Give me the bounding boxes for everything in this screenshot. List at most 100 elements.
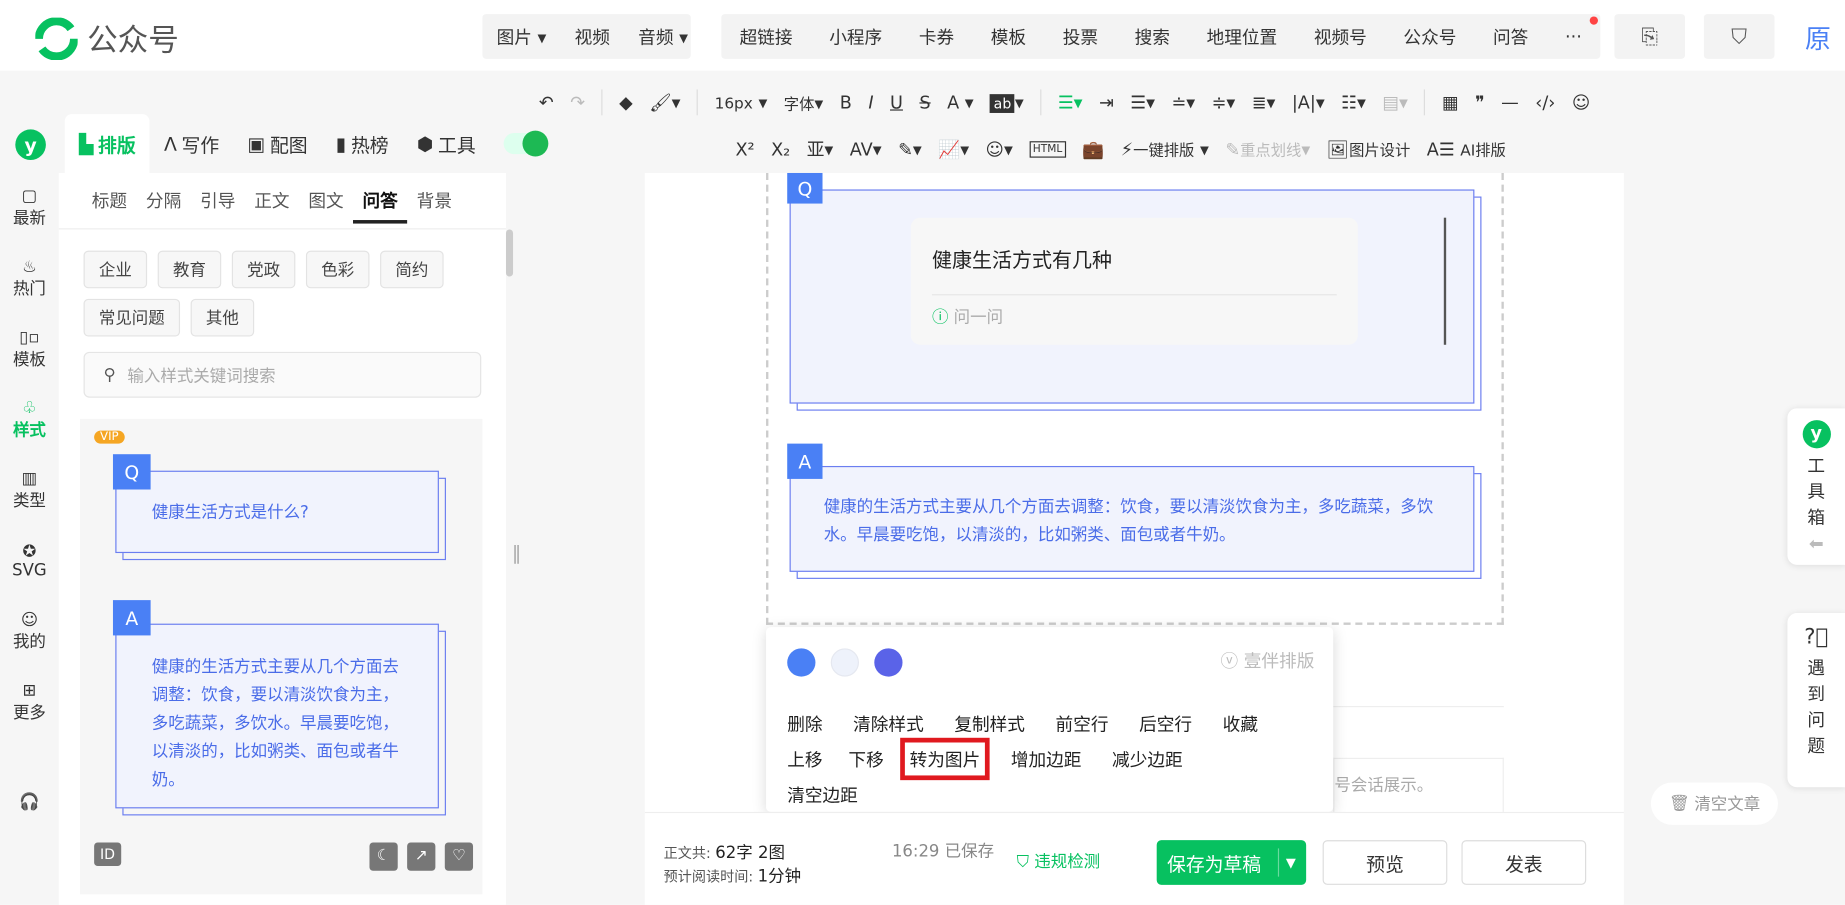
divider-icon[interactable]: — — [1501, 92, 1519, 113]
color-swatch[interactable] — [874, 648, 903, 677]
insert-coupon[interactable]: 卡券 — [905, 24, 969, 49]
bold-button[interactable]: B — [840, 92, 852, 113]
subtab-background[interactable]: 背景 — [407, 188, 461, 213]
rail-svg[interactable]: ✪ SVG — [0, 526, 59, 597]
align-left-icon[interactable]: ☰▾ — [1058, 92, 1083, 113]
insert-template[interactable]: 模板 — [977, 24, 1041, 49]
rail-type[interactable]: ▥ 类型 — [0, 455, 59, 526]
color-swatch[interactable] — [830, 648, 859, 677]
rail-style[interactable]: ♧ 样式 — [0, 385, 59, 456]
rail-more[interactable]: ⊞ 更多 — [0, 667, 59, 738]
selected-block[interactable]: Q 健康生活方式有几种 ⓘ 问一问 健康的生活方式主要从几个方面去调整：饮食，要… — [766, 172, 1504, 625]
paragraph-icon[interactable]: 亚▾ — [807, 136, 834, 161]
tag[interactable]: 色彩 — [305, 250, 370, 289]
subtab-imagetext[interactable]: 图文 — [299, 188, 353, 213]
italic-button[interactable]: I — [868, 92, 873, 113]
action-blank-after[interactable]: 后空行 — [1139, 712, 1192, 735]
save-draft-button[interactable]: 保存为草稿 ▼ — [1156, 840, 1307, 885]
table-icon[interactable]: ▦ — [1442, 92, 1459, 113]
letter-spacing-icon[interactable]: |A|▾ — [1292, 92, 1325, 113]
insert-qa[interactable]: 问答 — [1479, 24, 1543, 49]
tag[interactable]: 企业 — [83, 250, 148, 289]
action-increase-margin[interactable]: 增加边距 — [1011, 747, 1082, 771]
action-move-up[interactable]: 上移 — [787, 747, 822, 771]
align-center-icon[interactable]: ☰▾ — [1130, 92, 1155, 113]
insert-link[interactable]: 超链接 — [726, 24, 807, 49]
image-menu[interactable]: 图片 ▾ — [482, 24, 560, 49]
subtab-body[interactable]: 正文 — [245, 188, 299, 213]
panel-scrollbar[interactable] — [505, 229, 514, 277]
color-swatch[interactable] — [787, 648, 816, 677]
list-icon[interactable]: ☷▾ — [1341, 92, 1366, 113]
ai-layout[interactable]: A☰ AI排版 — [1427, 138, 1506, 160]
tab-writing[interactable]: Λ 写作 — [150, 114, 234, 173]
subscript-button[interactable]: X₂ — [771, 138, 790, 159]
redo-icon[interactable]: ↷ — [570, 92, 585, 113]
insert-channels[interactable]: 视频号 — [1300, 24, 1381, 49]
tab-images[interactable]: ▣ 配图 — [233, 114, 321, 173]
char-spacing-icon[interactable]: AV▾ — [850, 138, 882, 159]
spacing-after-icon[interactable]: ≑▾ — [1212, 92, 1236, 113]
quote-icon[interactable]: ❞ — [1475, 92, 1485, 113]
font-family-select[interactable]: 字体▾ — [784, 91, 823, 113]
toolbox-panel[interactable]: y 工具箱 ⬅ — [1787, 408, 1845, 565]
insert-miniprogram[interactable]: 小程序 — [815, 24, 896, 49]
panel-toggle[interactable] — [490, 114, 561, 173]
toolbox-case-icon[interactable]: 💼 — [1082, 138, 1104, 159]
one-click-layout[interactable]: ⚡一键排版 ▾ — [1121, 138, 1209, 160]
eraser-icon[interactable]: ◆ — [619, 92, 633, 113]
rail-hot[interactable]: ♨ 热门 — [0, 244, 59, 315]
tab-trending[interactable]: ▮ 热榜 — [322, 114, 403, 173]
action-blank-before[interactable]: 前空行 — [1056, 712, 1109, 735]
compliance-check[interactable]: ⛉ 违规检测 — [1017, 850, 1100, 874]
image-design[interactable]: 🖼图片设计 — [1327, 138, 1411, 160]
subtab-guide[interactable]: 引导 — [191, 188, 245, 213]
resize-handle[interactable]: ‖ — [512, 541, 521, 563]
spacing-before-icon[interactable]: ≐▾ — [1171, 92, 1195, 113]
tag[interactable]: 其他 — [190, 298, 255, 337]
sticker-icon[interactable]: ☺▾ — [986, 138, 1013, 159]
action-clear-style[interactable]: 清除样式 — [853, 712, 924, 735]
action-favorite[interactable]: 收藏 — [1223, 712, 1258, 735]
subtab-qa[interactable]: 问答 — [353, 188, 408, 224]
underline-button[interactable]: U — [890, 92, 903, 113]
chart-icon[interactable]: 📈▾ — [938, 138, 969, 159]
insert-location[interactable]: 地理位置 — [1192, 24, 1291, 49]
tag[interactable]: 简约 — [380, 250, 444, 289]
indent-icon[interactable]: ⇥ — [1099, 92, 1114, 113]
publish-button[interactable]: 发表 — [1461, 840, 1587, 885]
format-brush-icon[interactable]: 🖌▾ — [649, 92, 680, 113]
action-decrease-margin[interactable]: 减少边距 — [1112, 747, 1183, 771]
headset-icon[interactable]: 🎧 — [0, 785, 59, 820]
favorite-icon[interactable]: ♡ — [444, 842, 474, 871]
audio-menu[interactable]: 音频 ▾ — [624, 24, 702, 49]
tag[interactable]: 常见问题 — [83, 298, 181, 337]
import-doc-button[interactable]: ⎘ — [1614, 14, 1686, 59]
font-color-button[interactable]: A ▾ — [947, 92, 974, 113]
help-panel[interactable]: ?⃝ 遇到问题 — [1787, 613, 1845, 788]
action-convert-to-image[interactable]: 转为图片 — [900, 737, 990, 781]
rail-latest[interactable]: ▢ 最新 — [0, 173, 59, 244]
column-icon[interactable]: ▤▾ — [1382, 92, 1408, 113]
action-delete[interactable]: 删除 — [787, 712, 822, 735]
insert-vote[interactable]: 投票 — [1049, 24, 1113, 49]
tag[interactable]: 教育 — [157, 250, 222, 289]
insert-search[interactable]: 搜索 — [1121, 24, 1185, 49]
action-copy-style[interactable]: 复制样式 — [954, 712, 1025, 735]
tab-tools[interactable]: ⬢ 工具 — [403, 114, 490, 173]
style-card[interactable]: VIP 健康生活方式是什么? Q 健康的生活方式主要从几个方面去调整：饮食，要以… — [80, 418, 483, 895]
more-button[interactable]: ··· — [1551, 26, 1596, 47]
subtab-divider[interactable]: 分隔 — [137, 188, 191, 213]
id-button[interactable]: ID — [94, 842, 121, 867]
clear-article-button[interactable]: 🗑 清空文章 — [1650, 782, 1778, 825]
dark-mode-icon[interactable]: ☾ — [369, 842, 398, 871]
video-menu[interactable]: 视频 — [560, 24, 624, 49]
open-icon[interactable]: ↗ — [407, 842, 436, 871]
insert-account[interactable]: 公众号 — [1389, 24, 1470, 49]
superscript-button[interactable]: X² — [735, 138, 754, 159]
rail-template[interactable]: ▯▫ 模板 — [0, 314, 59, 385]
highlight-line[interactable]: ✎重点划线▾ — [1225, 138, 1310, 160]
undo-icon[interactable]: ↶ — [539, 92, 554, 113]
ask-button[interactable]: ⓘ 问一问 — [931, 294, 1337, 328]
preview-button[interactable]: 预览 — [1322, 840, 1448, 885]
